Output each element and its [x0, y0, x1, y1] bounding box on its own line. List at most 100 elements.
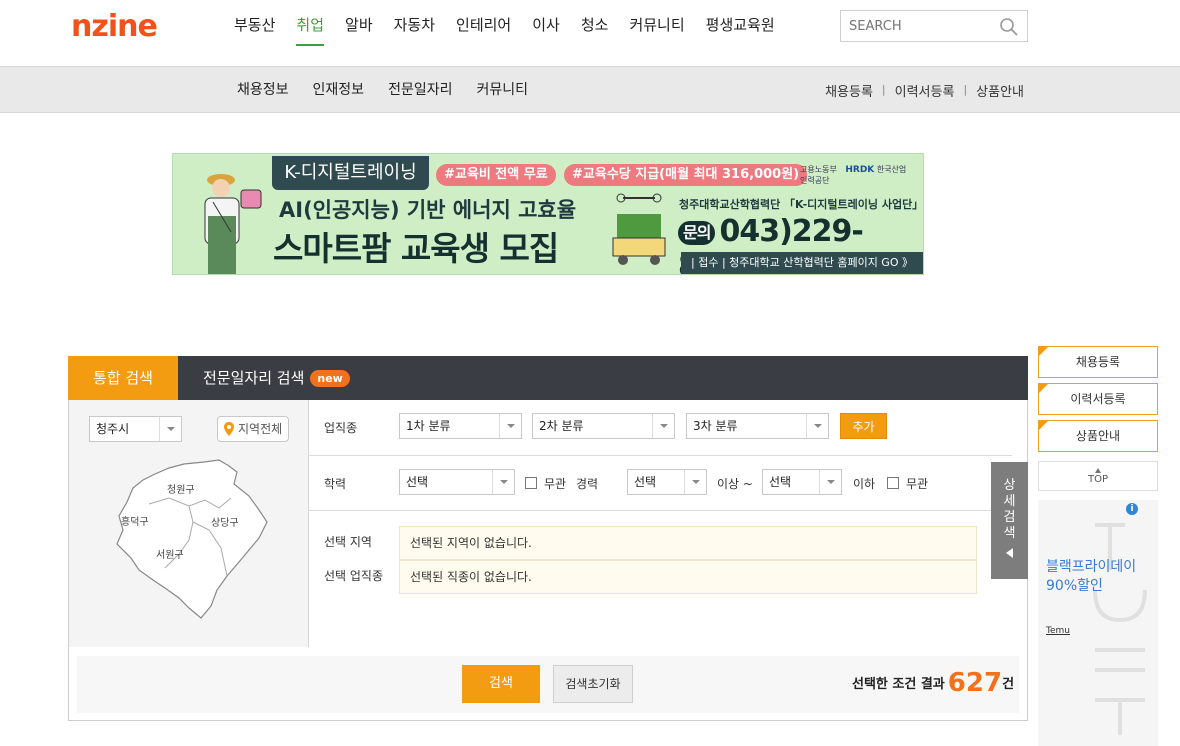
nav-interior[interactable]: 인테리어 [456, 14, 511, 46]
detail-search-char: 검 [1003, 510, 1016, 525]
ad-banner[interactable]: K-디지털트레이닝 #교육비 전액 무료 #교육수당 지급(매월 최대 316,… [172, 153, 924, 275]
job-category-3-select[interactable]: 3차 분류 [686, 413, 829, 439]
nav-cars[interactable]: 자동차 [394, 14, 435, 46]
job-category-1-select[interactable]: 1차 분류 [399, 413, 522, 439]
subnav-community[interactable]: 커뮤니티 [476, 79, 528, 99]
side-ad[interactable]: i 블랙프라이데이 90%할인 Temu [1038, 500, 1158, 746]
career-under-label: 이하 [853, 477, 876, 491]
top-label: TOP [1087, 474, 1108, 485]
nav-part-time[interactable]: 알바 [345, 14, 373, 46]
job-label: 업직종 [324, 421, 358, 435]
tab-professional-label: 전문일자리 검색 [203, 369, 305, 387]
scroll-top-button[interactable]: TOP [1038, 461, 1158, 491]
banner-headline-1: AI(인공지능) 기반 에너지 고효율 [279, 198, 577, 222]
chevron-down-icon [499, 414, 521, 438]
nav-community[interactable]: 커뮤니티 [629, 14, 684, 46]
util-product-info[interactable]: 상품안내 [976, 81, 1024, 100]
tab-professional-search[interactable]: 전문일자리 검색 new [203, 356, 350, 400]
banner-pill-allowance: #교육수당 지급(매월 최대 316,000원) [564, 164, 808, 186]
district-seowon: 서원구 [156, 549, 184, 561]
career-min-value: 선택 [634, 475, 657, 489]
triangle-left-icon [1006, 548, 1013, 558]
banner-org: 청주대학교산학협력단 「K-디지털트레이닝 사업단」 [679, 198, 924, 211]
chevron-down-icon [819, 470, 841, 494]
subnav-professional-jobs[interactable]: 전문일자리 [388, 79, 452, 99]
sub-nav-bar: 채용정보 인재정보 전문일자리 커뮤니티 채용등록 | 이력서등록 | 상품안내 [0, 66, 1180, 113]
career-no-matter-label: 무관 [906, 477, 929, 491]
ad-info-icon[interactable]: i [1126, 503, 1138, 515]
education-no-matter-label: 무관 [544, 477, 567, 491]
farmer-illustration [204, 174, 262, 274]
nav-cleaning[interactable]: 청소 [581, 14, 609, 46]
top-header: nzine 부동산 취업 알바 자동차 인테리어 이사 청소 커뮤니티 평생교육… [0, 0, 1180, 66]
new-badge: new [310, 370, 350, 387]
banner-phone-label: 문의 [678, 220, 716, 245]
nav-education[interactable]: 평생교육원 [706, 14, 775, 46]
subnav-job-info[interactable]: 채용정보 [237, 79, 289, 99]
job-category-2-select[interactable]: 2차 분류 [532, 413, 675, 439]
sub-nav: 채용정보 인재정보 전문일자리 커뮤니티 [237, 79, 552, 99]
district-sangdang: 상당구 [211, 517, 239, 529]
side-product-info-button[interactable]: 상품안내 [1038, 420, 1158, 452]
region-select-value: 청주시 [96, 422, 130, 436]
result-count: 627 [947, 668, 1003, 698]
region-map[interactable]: 청원구 흥덕구 상당구 서원구 [109, 458, 284, 623]
arrow-up-icon [1095, 468, 1101, 473]
ad-text-line-1: 블랙프라이데이 [1046, 559, 1137, 575]
divider [309, 455, 1012, 456]
smartfarm-illustration [612, 193, 666, 265]
side-resume-register-button[interactable]: 이력서등록 [1038, 383, 1158, 415]
ad-text: 블랙프라이데이 90%할인 [1046, 558, 1136, 596]
ad-brand: Temu [1046, 626, 1070, 636]
side-job-register-button[interactable]: 채용등록 [1038, 346, 1158, 378]
utility-links: 채용등록 | 이력서등록 | 상품안내 [825, 81, 1024, 100]
search-input[interactable] [841, 11, 991, 41]
chevron-down-icon [492, 470, 514, 494]
region-all-label: 지역전체 [238, 422, 283, 436]
util-job-register[interactable]: 채용등록 [825, 81, 873, 100]
location-pin-icon [224, 422, 234, 436]
education-select[interactable]: 선택 [399, 469, 515, 495]
banner-go-link[interactable]: | 접수 | 청주대학교 산학협력단 홈페이지 GO 》 [681, 252, 923, 274]
career-min-select[interactable]: 선택 [627, 469, 707, 495]
search-icon[interactable] [999, 17, 1019, 37]
separator: | [881, 83, 886, 96]
tab-integrated-search[interactable]: 통합 검색 [68, 356, 178, 400]
subnav-talent-info[interactable]: 인재정보 [313, 79, 365, 99]
career-no-matter-checkbox[interactable] [887, 477, 899, 489]
nav-moving[interactable]: 이사 [532, 14, 560, 46]
job-category-2-value: 2차 분류 [539, 419, 584, 433]
util-resume-register[interactable]: 이력서등록 [895, 81, 955, 100]
detail-search-toggle[interactable]: 상 세 검 색 [991, 462, 1028, 579]
site-search [840, 10, 1028, 42]
reset-button[interactable]: 검색초기화 [553, 665, 633, 703]
detail-search-char: 세 [1003, 494, 1016, 509]
search-button[interactable]: 검색 [462, 665, 540, 703]
chevron-down-icon [159, 417, 181, 441]
detail-search-char: 상 [1003, 478, 1016, 493]
logo-hrdk: HRDK [845, 165, 875, 175]
nav-jobs[interactable]: 취업 [296, 14, 324, 46]
region-select[interactable]: 청주시 [89, 416, 182, 442]
result-summary: 선택한 조건 결과 627건 [852, 668, 1014, 698]
region-all-button[interactable]: 지역전체 [217, 416, 289, 442]
nzine-logo[interactable]: nzine [71, 12, 203, 40]
district-cheongwon: 청원구 [167, 484, 195, 496]
result-prefix: 선택한 조건 결과 [852, 677, 945, 692]
detail-search-char: 색 [1003, 526, 1016, 541]
education-label: 학력 [324, 477, 347, 491]
separator: | [963, 83, 968, 96]
logo-text: nzine [71, 12, 157, 40]
chevron-down-icon [806, 414, 828, 438]
banner-tag: K-디지털트레이닝 [272, 156, 429, 190]
education-no-matter-checkbox[interactable] [525, 477, 537, 489]
career-max-select[interactable]: 선택 [762, 469, 842, 495]
add-button[interactable]: 추가 [840, 413, 887, 439]
divider [309, 510, 1012, 511]
selected-job-value: 선택된 직종이 없습니다. [399, 560, 977, 594]
nav-real-estate[interactable]: 부동산 [234, 14, 275, 46]
chevron-down-icon [652, 414, 674, 438]
district-heungdeok: 흥덕구 [121, 515, 149, 528]
education-select-value: 선택 [406, 475, 429, 489]
main-nav: 부동산 취업 알바 자동차 인테리어 이사 청소 커뮤니티 평생교육원 [234, 14, 796, 46]
